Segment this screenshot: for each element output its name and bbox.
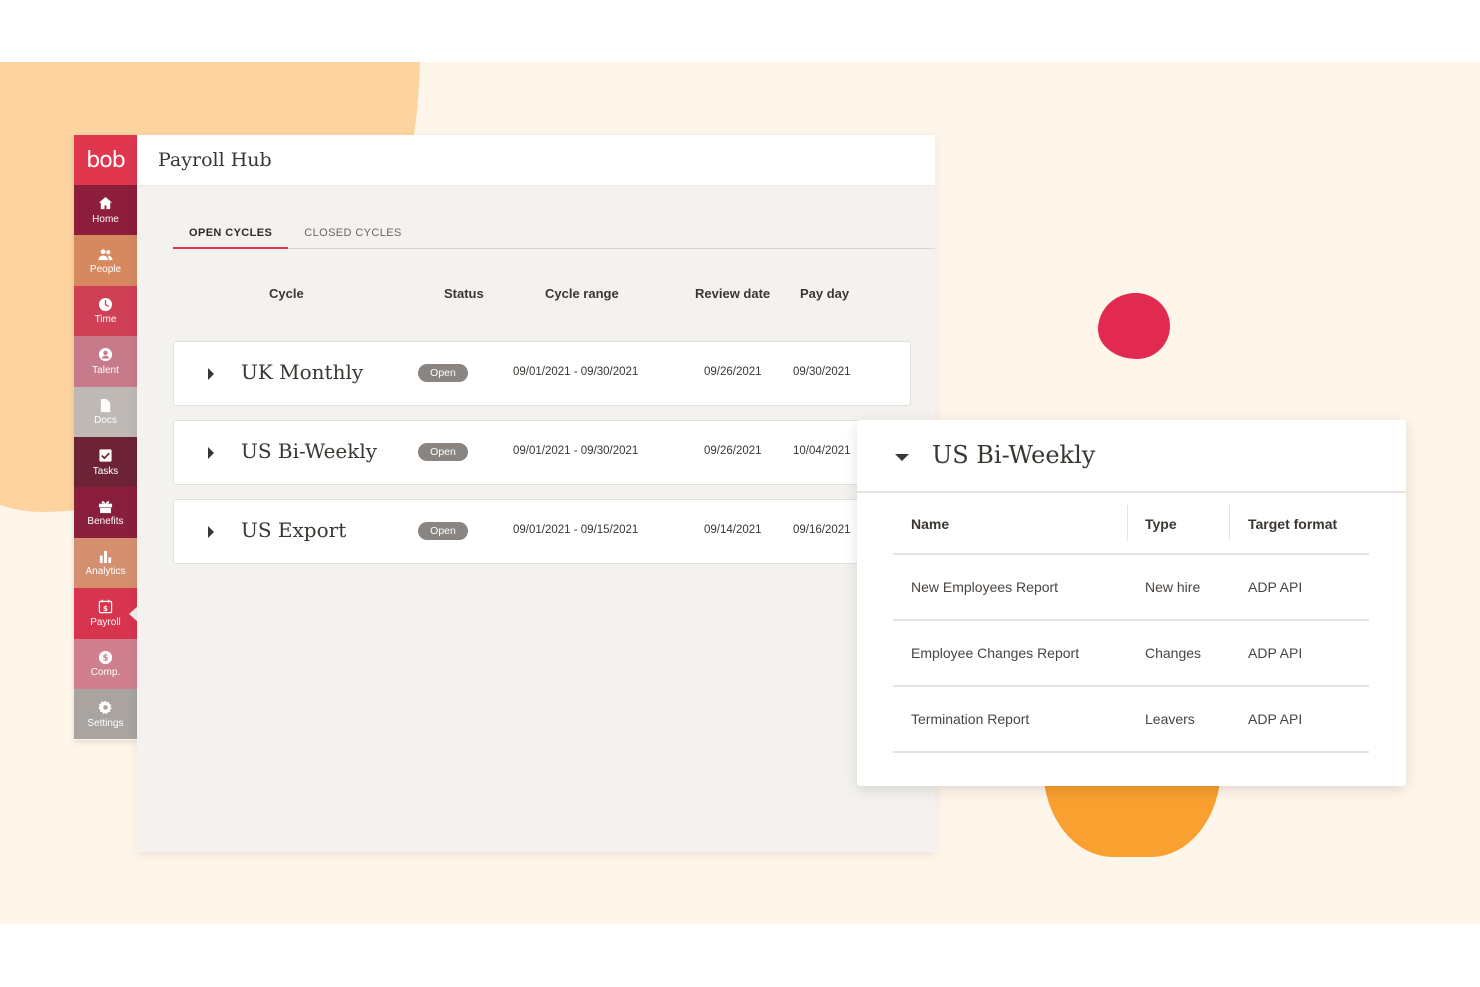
cycle-range: 09/01/2021 - 09/30/2021 <box>513 445 639 457</box>
sidebar-item-label: Benefits <box>87 516 124 528</box>
page-title: Payroll Hub <box>158 149 272 171</box>
report-name: Termination Report <box>911 711 1030 727</box>
cycle-row-uk-monthly[interactable]: UK Monthly Open 09/01/2021 - 09/30/2021 … <box>173 341 911 406</box>
column-header-type: Type <box>1145 516 1177 532</box>
status-badge: Open <box>418 364 468 382</box>
collapse-caret-icon[interactable] <box>895 454 909 461</box>
table-row[interactable]: Employee Changes Report Changes ADP API <box>893 621 1369 687</box>
document-icon <box>98 397 114 413</box>
home-icon <box>98 196 114 212</box>
sidebar-item-label: Tasks <box>92 465 119 477</box>
report-type: Leavers <box>1145 711 1195 727</box>
svg-text:$: $ <box>103 652 109 662</box>
review-date: 09/14/2021 <box>704 524 762 536</box>
status-badge: Open <box>418 443 468 461</box>
people-icon <box>98 246 114 262</box>
panel-header: US Bi-Weekly <box>857 420 1406 493</box>
column-header-cycle: Cycle <box>269 286 304 301</box>
column-header-pay-day: Pay day <box>800 286 850 301</box>
sidebar-item-time[interactable]: Time <box>74 285 137 337</box>
sidebar-item-settings[interactable]: Settings <box>74 688 137 740</box>
column-header-target-format: Target format <box>1248 516 1338 532</box>
payroll-hub-window: Payroll Hub OPEN CYCLES CLOSED CYCLES Cy… <box>137 135 935 852</box>
cycle-range: 09/01/2021 - 09/15/2021 <box>513 524 639 536</box>
cycle-name: US Export <box>241 518 347 542</box>
table-row[interactable]: Termination Report Leavers ADP API <box>893 687 1369 753</box>
column-header-review-date: Review date <box>695 286 771 301</box>
window-header: Payroll Hub <box>137 135 935 186</box>
sidebar-item-label: People <box>89 264 122 276</box>
bar-chart-icon <box>98 548 114 564</box>
sidebar-item-label: Settings <box>87 717 124 729</box>
expand-caret-icon[interactable] <box>208 368 214 380</box>
sidebar-item-label: Home <box>92 213 119 225</box>
expand-caret-icon[interactable] <box>208 526 214 538</box>
cycle-name: US Bi-Weekly <box>241 439 378 463</box>
report-format: ADP API <box>1248 579 1303 595</box>
sidebar-item-people[interactable]: People <box>74 235 137 286</box>
sidebar-item-label: Payroll <box>90 616 121 628</box>
sidebar-item-payroll[interactable]: $ Payroll <box>74 588 138 639</box>
bob-logo[interactable]: bob <box>74 135 137 185</box>
pay-day: 09/30/2021 <box>793 366 851 378</box>
calendar-dollar-icon: $ <box>98 599 114 615</box>
sidebar-item-benefits[interactable]: Benefits <box>74 487 137 538</box>
report-type: Changes <box>1145 645 1202 661</box>
column-divider <box>1229 505 1230 541</box>
tab-closed-cycles[interactable]: CLOSED CYCLES <box>288 227 418 248</box>
clock-icon <box>98 296 114 312</box>
panel-title: US Bi-Weekly <box>932 441 1096 469</box>
status-badge: Open <box>418 522 468 540</box>
cycle-detail-panel: US Bi-Weekly Name Type Target format New… <box>857 420 1406 786</box>
dollar-circle-icon: $ <box>98 649 114 665</box>
report-name: Employee Changes Report <box>911 645 1080 661</box>
pay-day: 09/16/2021 <box>793 524 851 536</box>
sidebar-item-label: Analytics <box>85 566 126 578</box>
reports-table: Name Type Target format New Employees Re… <box>893 495 1369 753</box>
sidebar: bob Home People Time Talent Docs Tasks Benefit… <box>74 135 138 740</box>
gear-icon <box>98 700 114 716</box>
sidebar-item-tasks[interactable]: Tasks <box>74 436 137 488</box>
sidebar-item-label: Time <box>94 314 117 326</box>
pay-day: 10/04/2021 <box>793 445 851 457</box>
report-format: ADP API <box>1248 645 1303 661</box>
sidebar-nav: Home People Time Talent Docs Tasks Benefits Ana… <box>74 185 138 740</box>
sidebar-item-label: Docs <box>94 415 117 427</box>
column-header-cycle-range: Cycle range <box>545 286 619 301</box>
sidebar-item-label: Comp. <box>90 667 121 679</box>
report-name: New Employees Report <box>911 579 1059 595</box>
person-circle-icon <box>98 347 114 363</box>
column-header-name: Name <box>911 516 950 532</box>
svg-text:$: $ <box>103 604 108 613</box>
sidebar-item-label: Talent <box>92 364 119 376</box>
review-date: 09/26/2021 <box>704 445 762 457</box>
tab-open-cycles[interactable]: OPEN CYCLES <box>173 227 289 249</box>
sidebar-item-docs[interactable]: Docs <box>74 386 137 437</box>
sidebar-item-home[interactable]: Home <box>74 185 137 236</box>
report-format: ADP API <box>1248 711 1303 727</box>
expand-caret-icon[interactable] <box>208 447 214 459</box>
sidebar-item-comp[interactable]: $ Comp. <box>74 638 137 689</box>
table-row[interactable]: New Employees Report New hire ADP API <box>893 555 1369 621</box>
sidebar-item-talent[interactable]: Talent <box>74 336 137 387</box>
column-header-status: Status <box>444 286 484 301</box>
cycle-range: 09/01/2021 - 09/30/2021 <box>513 366 639 378</box>
report-type: New hire <box>1145 579 1201 595</box>
reports-table-header: Name Type Target format <box>893 495 1369 555</box>
column-divider <box>1127 505 1128 541</box>
cycle-tabs: OPEN CYCLES CLOSED CYCLES <box>173 227 935 249</box>
checkbox-icon <box>98 448 114 464</box>
review-date: 09/26/2021 <box>704 366 762 378</box>
gift-icon <box>98 498 114 514</box>
cycle-name: UK Monthly <box>241 360 364 384</box>
decorative-red-blob <box>1098 293 1170 359</box>
cycle-row-us-export[interactable]: US Export Open 09/01/2021 - 09/15/2021 0… <box>173 499 911 564</box>
cycle-row-us-bi-weekly[interactable]: US Bi-Weekly Open 09/01/2021 - 09/30/202… <box>173 420 911 485</box>
sidebar-item-analytics[interactable]: Analytics <box>74 537 137 589</box>
